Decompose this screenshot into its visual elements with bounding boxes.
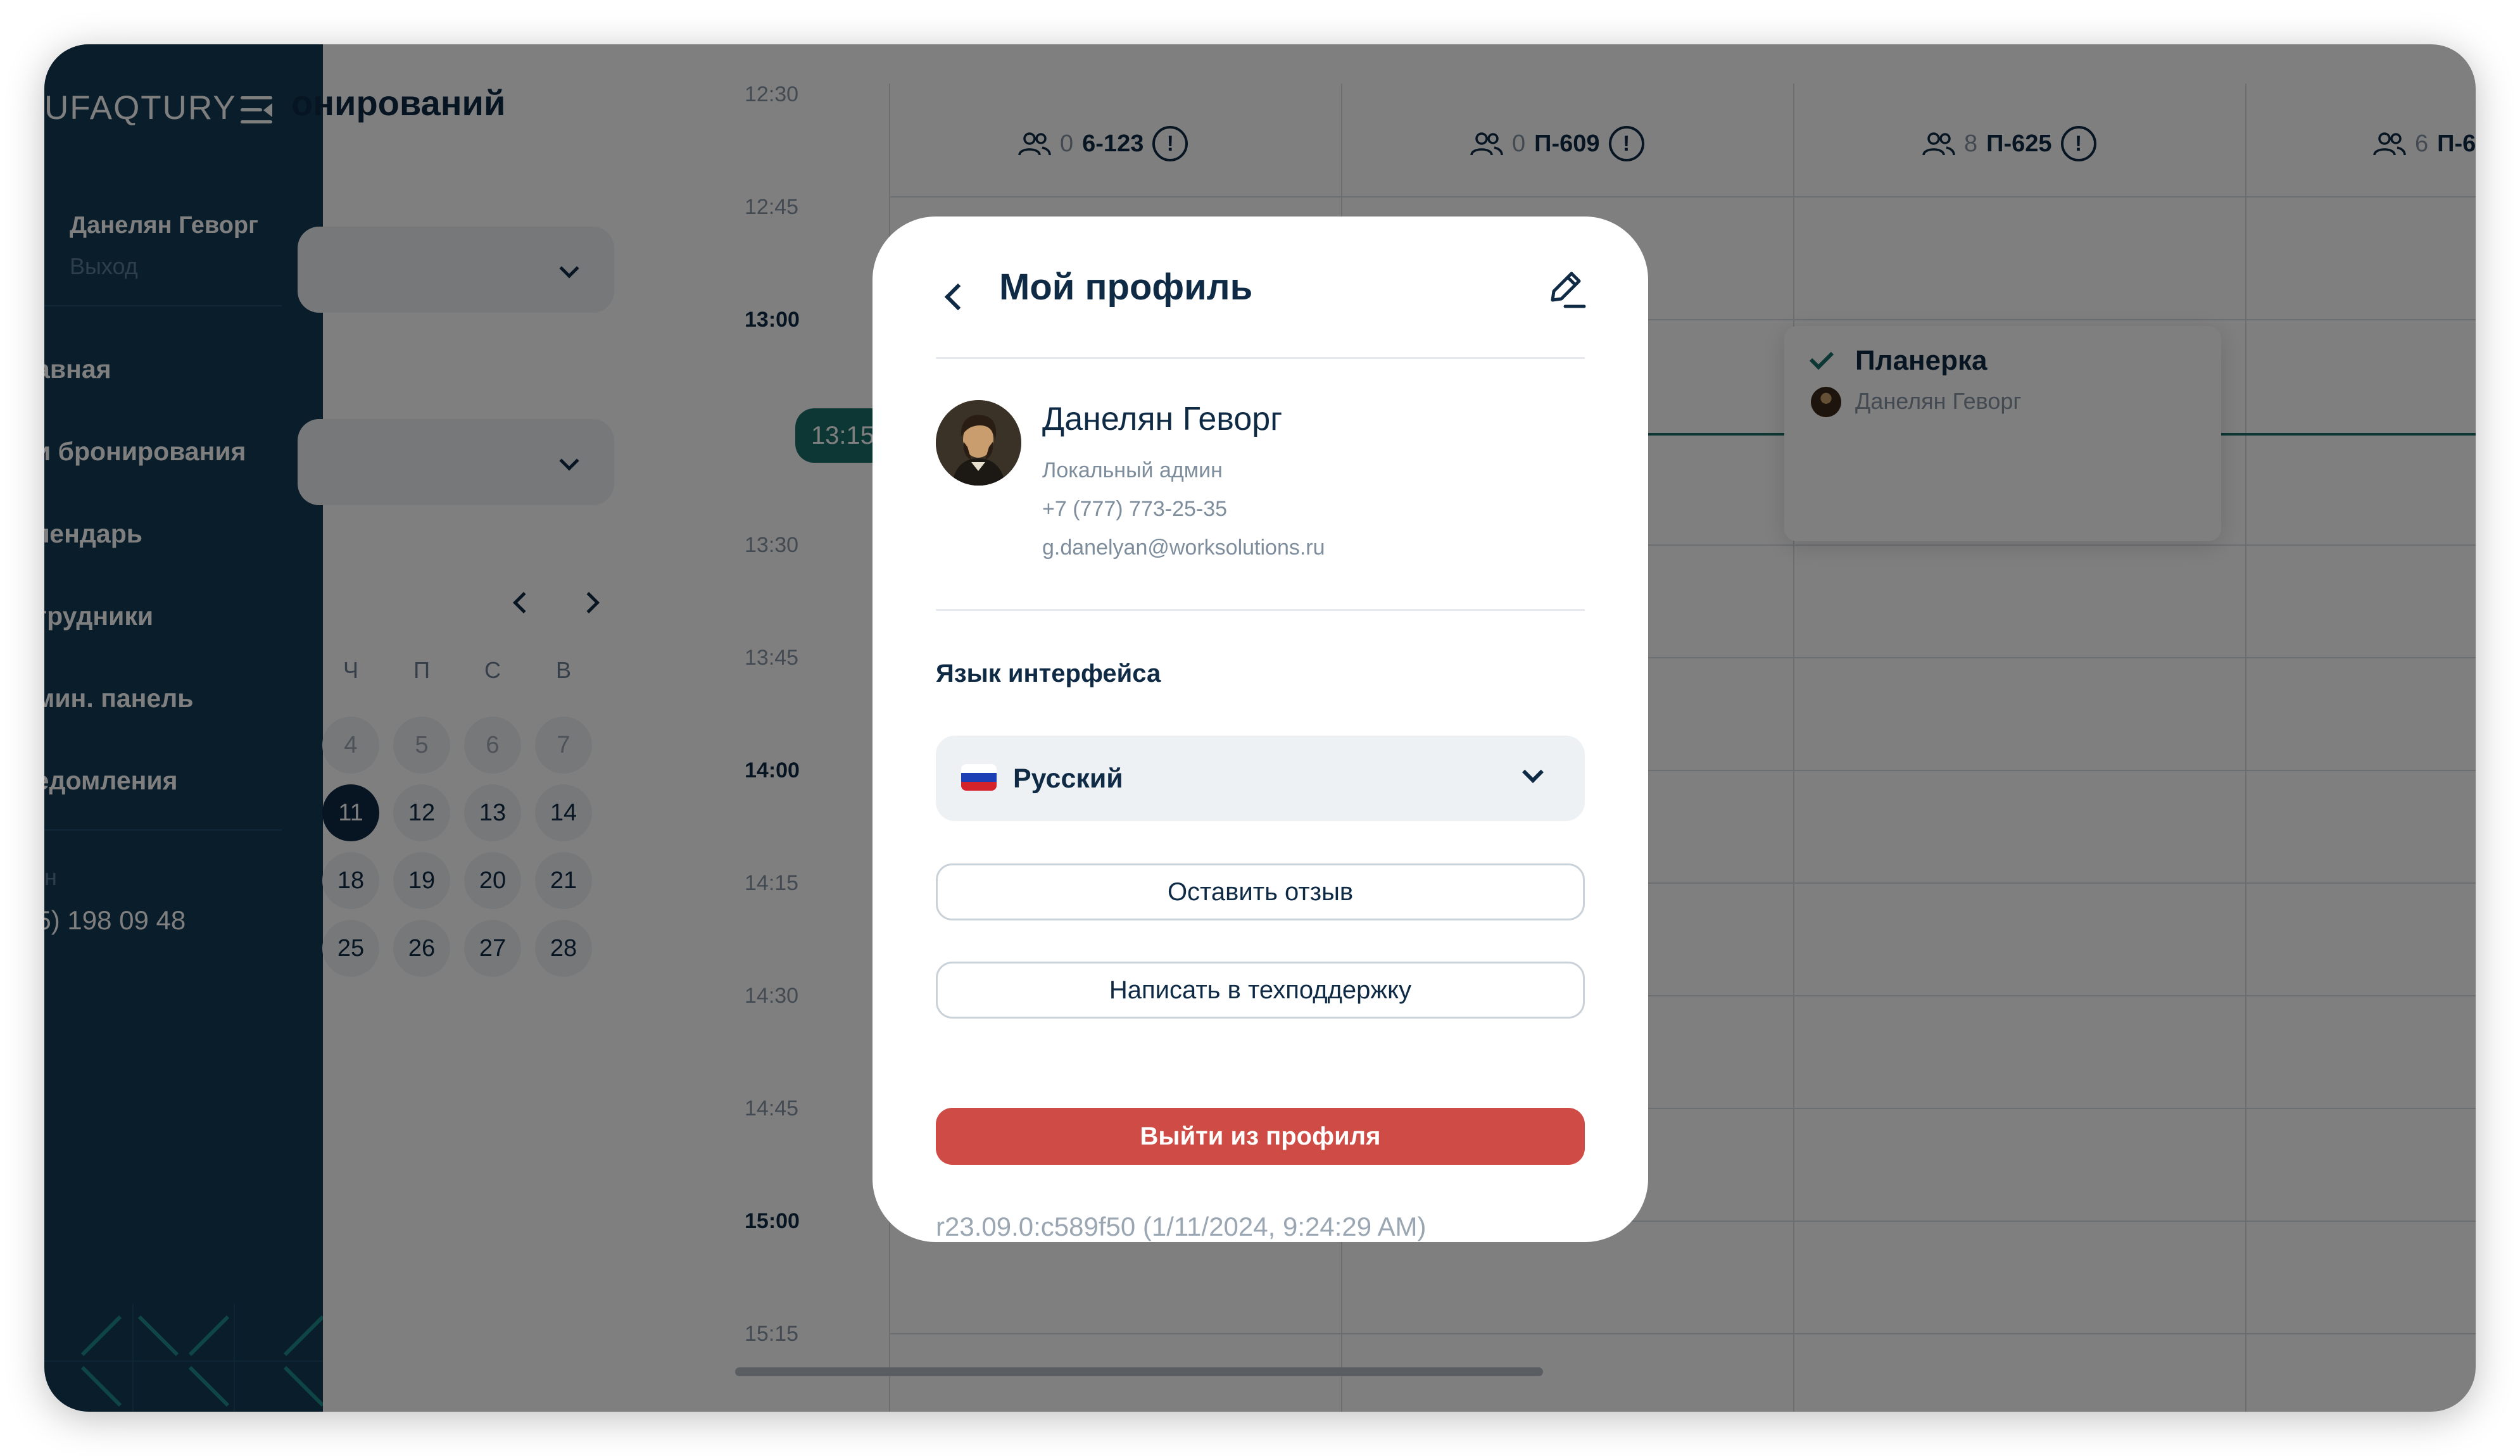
back-arrow-icon[interactable]	[944, 283, 972, 311]
profile-modal: Мой профиль Данелян Геворг Локальный адм…	[873, 217, 1648, 1242]
divider	[936, 357, 1585, 359]
profile-role: Локальный админ	[1042, 458, 1223, 482]
russia-flag-icon	[961, 764, 997, 791]
feedback-button[interactable]: Оставить отзыв	[936, 863, 1585, 920]
edit-pencil-icon[interactable]	[1544, 267, 1588, 311]
language-value: Русский	[1013, 763, 1123, 794]
profile-email: g.danelyan@worksolutions.ru	[1042, 536, 1325, 560]
chevron-down-icon	[1522, 762, 1544, 783]
language-select[interactable]: Русский	[936, 736, 1585, 821]
app-version: r23.09.0:c589f50 (1/11/2024, 9:24:29 AM)	[936, 1212, 1427, 1241]
profile-phone: +7 (777) 773-25-35	[1042, 497, 1228, 521]
app-window: UFAQTURY Данелян Геворг Выход лавная ои …	[44, 44, 2476, 1412]
logout-button[interactable]: Выйти из профиля	[936, 1108, 1585, 1165]
profile-avatar	[936, 400, 1021, 486]
profile-name: Данелян Геворг	[1042, 401, 1283, 437]
language-label: Язык интерфейса	[936, 660, 1161, 687]
divider	[936, 609, 1585, 611]
support-button[interactable]: Написать в техподдержку	[936, 962, 1585, 1019]
modal-title: Мой профиль	[999, 267, 1253, 308]
